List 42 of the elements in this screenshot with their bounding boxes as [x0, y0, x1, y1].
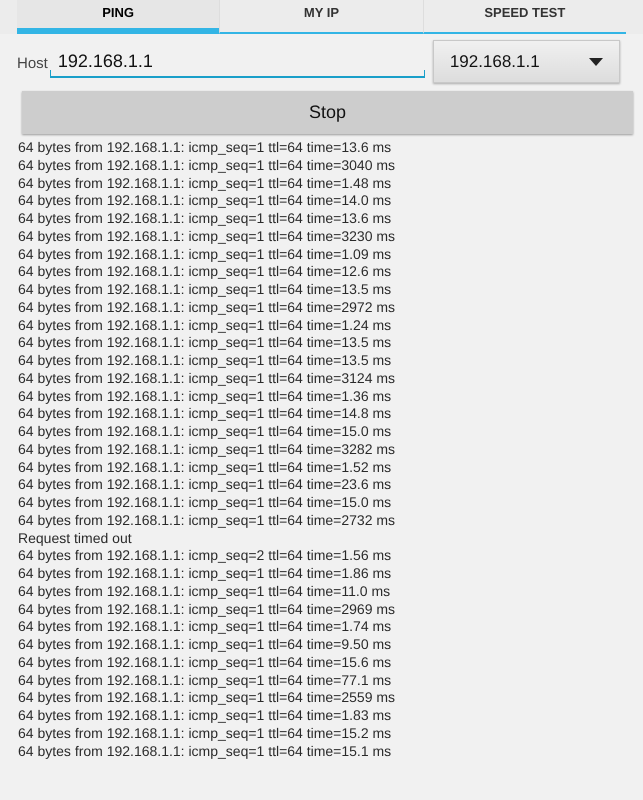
host-dropdown[interactable]: 192.168.1.1	[432, 40, 620, 83]
log-line: 64 bytes from 192.168.1.1: icmp_seq=1 ttl=64 time=15.0 ms	[18, 423, 392, 441]
log-line: 64 bytes from 192.168.1.1: icmp_seq=1 ttl=64 time=15.0 ms	[18, 494, 392, 512]
log-line: 64 bytes from 192.168.1.1: icmp_seq=1 ttl=64 time=1.86 ms	[18, 565, 392, 583]
log-line: 64 bytes from 192.168.1.1: icmp_seq=1 ttl=64 time=13.5 ms	[18, 334, 392, 352]
caret-icon	[588, 58, 603, 66]
log-line: 64 bytes from 192.168.1.1: icmp_seq=2 ttl=64 time=1.56 ms	[18, 547, 392, 565]
log-line: 64 bytes from 192.168.1.1: icmp_seq=1 ttl=64 time=1.48 ms	[18, 174, 392, 192]
log-line: 64 bytes from 192.168.1.1: icmp_seq=1 ttl=64 time=12.6 ms	[18, 263, 392, 281]
log-line: 64 bytes from 192.168.1.1: icmp_seq=1 ttl=64 time=1.09 ms	[18, 246, 392, 264]
log-line: 64 bytes from 192.168.1.1: icmp_seq=1 ttl=64 time=15.2 ms	[18, 724, 392, 742]
log-line: 64 bytes from 192.168.1.1: icmp_seq=1 ttl=64 time=1.52 ms	[18, 458, 392, 476]
log-line: 64 bytes from 192.168.1.1: icmp_seq=1 ttl=64 time=3040 ms	[18, 156, 396, 174]
log-line: 64 bytes from 192.168.1.1: icmp_seq=1 ttl=64 time=2732 ms	[18, 512, 396, 530]
tab[interactable]: SPEED TEST	[422, 0, 626, 34]
log-line: Request timed out	[18, 530, 133, 548]
log-line: 64 bytes from 192.168.1.1: icmp_seq=1 ttl=64 time=1.24 ms	[18, 316, 392, 334]
log-line: 64 bytes from 192.168.1.1: icmp_seq=1 ttl=64 time=3230 ms	[18, 228, 396, 246]
log-line: 64 bytes from 192.168.1.1: icmp_seq=1 ttl=64 time=14.0 ms	[18, 192, 392, 210]
log-line: 64 bytes from 192.168.1.1: icmp_seq=1 ttl=64 time=13.6 ms	[18, 210, 392, 228]
log-line: 64 bytes from 192.168.1.1: icmp_seq=1 ttl=64 time=13.6 ms	[18, 139, 392, 157]
log-line: 64 bytes from 192.168.1.1: icmp_seq=1 ttl=64 time=3282 ms	[18, 440, 396, 458]
log-line: 64 bytes from 192.168.1.1: icmp_seq=1 ttl=64 time=2559 ms	[18, 689, 396, 707]
log-line: 64 bytes from 192.168.1.1: icmp_seq=1 ttl=64 time=13.5 ms	[18, 352, 392, 370]
log-line: 64 bytes from 192.168.1.1: icmp_seq=1 ttl=64 time=9.50 ms	[18, 636, 392, 654]
log-line: 64 bytes from 192.168.1.1: icmp_seq=1 ttl=64 time=3124 ms	[18, 370, 396, 388]
tab[interactable]: MY IP	[219, 0, 423, 34]
log-line: 64 bytes from 192.168.1.1: icmp_seq=1 ttl=64 time=15.1 ms	[18, 742, 392, 760]
log-line: 64 bytes from 192.168.1.1: icmp_seq=1 ttl=64 time=77.1 ms	[18, 672, 392, 690]
log-line: 64 bytes from 192.168.1.1: icmp_seq=1 ttl=64 time=13.5 ms	[18, 281, 392, 299]
log-line: 64 bytes from 192.168.1.1: icmp_seq=1 ttl=64 time=14.8 ms	[18, 405, 392, 423]
log-line: 64 bytes from 192.168.1.1: icmp_seq=1 ttl=64 time=1.36 ms	[18, 388, 392, 406]
stop-button[interactable]: Stop	[22, 91, 633, 134]
log-line: 64 bytes from 192.168.1.1: icmp_seq=1 ttl=64 time=15.6 ms	[18, 654, 392, 672]
log-line: 64 bytes from 192.168.1.1: icmp_seq=1 ttl=64 time=2969 ms	[18, 600, 396, 618]
log-line: 64 bytes from 192.168.1.1: icmp_seq=1 ttl=64 time=1.74 ms	[18, 618, 392, 636]
log-line: 64 bytes from 192.168.1.1: icmp_seq=1 ttl=64 time=23.6 ms	[18, 476, 392, 494]
log-line: 64 bytes from 192.168.1.1: icmp_seq=1 ttl=64 time=1.83 ms	[18, 707, 392, 725]
host-label: Host	[17, 55, 48, 72]
tab[interactable]: PING	[17, 0, 220, 34]
log-line: 64 bytes from 192.168.1.1: icmp_seq=1 ttl=64 time=2972 ms	[18, 298, 396, 316]
log-line: 64 bytes from 192.168.1.1: icmp_seq=1 ttl=64 time=11.0 ms	[18, 582, 392, 600]
